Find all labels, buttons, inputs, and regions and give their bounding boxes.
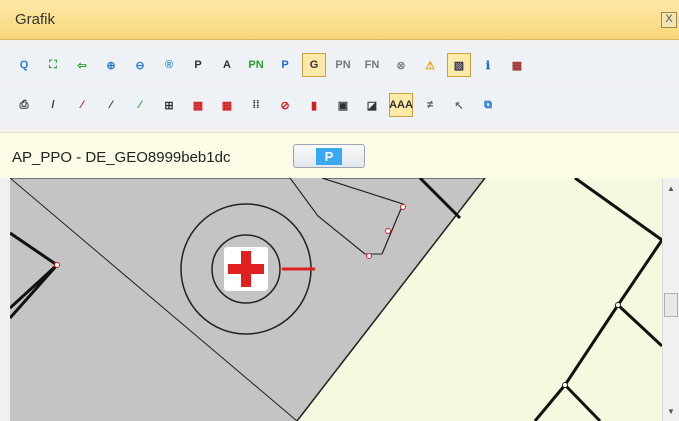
cross-icon-horizontal bbox=[228, 264, 264, 274]
fn-gray-icon[interactable]: FN bbox=[360, 53, 384, 77]
p-symbol-button[interactable]: P bbox=[293, 144, 365, 168]
window-titlebar: Grafik X bbox=[0, 0, 679, 40]
map-svg[interactable] bbox=[10, 178, 662, 421]
fn-gray-icon-glyph: FN bbox=[364, 59, 380, 71]
line-icon-glyph: / bbox=[51, 99, 55, 111]
zoom-out-icon-glyph: ⊖ bbox=[135, 59, 145, 72]
no-draw-icon-glyph: ⊘ bbox=[280, 99, 290, 112]
line-cross-icon-glyph: ⁄ bbox=[110, 99, 112, 111]
pn-gray-icon[interactable]: PN bbox=[331, 53, 355, 77]
zoom-extent-icon-glyph: ⛶ bbox=[49, 58, 57, 71]
p-blue-icon-glyph: P bbox=[281, 59, 289, 71]
print-icon[interactable]: ⎙ bbox=[12, 93, 36, 117]
print-icon-glyph: ⎙ bbox=[19, 98, 29, 111]
hatch-icon[interactable]: ▧ bbox=[447, 53, 471, 77]
pointer-icon-glyph: ↖ bbox=[454, 99, 464, 112]
zoom-out-icon[interactable]: ⊖ bbox=[128, 53, 152, 77]
zoom-r-icon[interactable]: ® bbox=[157, 53, 181, 77]
copy-add-icon[interactable]: ⧉ bbox=[476, 93, 500, 117]
close-icon[interactable]: X bbox=[661, 12, 677, 28]
frame-p-icon[interactable]: P bbox=[186, 53, 210, 77]
back-arrow-icon[interactable]: ⇦ bbox=[70, 53, 94, 77]
dots-grid-icon-glyph: ⁞⁞ bbox=[252, 99, 260, 111]
toolbar-primary: Q ⛶ ⇦ ⊕ ⊖ ® P A PN P G PN FN ⊗ ⚠ ▧ ℹ ▦ bbox=[0, 46, 679, 84]
frame-a-icon-glyph: A bbox=[223, 59, 231, 71]
dots-grid-icon[interactable]: ⁞⁞ bbox=[244, 93, 268, 117]
warning-icon[interactable]: ⚠ bbox=[418, 53, 442, 77]
line-cross-icon[interactable]: ⁄ bbox=[99, 93, 123, 117]
vertex-point[interactable] bbox=[615, 302, 621, 308]
hatch-icon-glyph: ▧ bbox=[453, 59, 465, 72]
traffic-light-icon-glyph: ▮ bbox=[310, 99, 318, 112]
line-remove-icon-glyph: ⁄ bbox=[81, 99, 83, 111]
vertex-point[interactable] bbox=[562, 382, 568, 388]
dots-frame-icon-glyph: ▦ bbox=[511, 59, 523, 72]
line-icon[interactable]: / bbox=[41, 93, 65, 117]
map-canvas[interactable] bbox=[10, 178, 662, 421]
grid-red-icon[interactable]: ▦ bbox=[186, 93, 210, 117]
pn-green-icon[interactable]: PN bbox=[244, 53, 268, 77]
zoom-all-icon[interactable]: Q bbox=[12, 53, 36, 77]
vertex-point[interactable] bbox=[400, 204, 406, 210]
pn-gray-icon-glyph: PN bbox=[335, 59, 351, 71]
info-icon[interactable]: ℹ bbox=[476, 53, 500, 77]
grid-red2-icon[interactable]: ▦ bbox=[215, 93, 239, 117]
copy-add-icon-glyph: ⧉ bbox=[484, 98, 492, 111]
frame-a-icon[interactable]: A bbox=[215, 53, 239, 77]
zoom-extent-icon[interactable]: ⛶ bbox=[41, 53, 65, 77]
scroll-thumb[interactable] bbox=[664, 293, 678, 317]
text-edit-icon[interactable]: ≠ bbox=[418, 93, 442, 117]
pointer-icon[interactable]: ↖ bbox=[447, 93, 471, 117]
back-arrow-icon-glyph: ⇦ bbox=[77, 59, 87, 72]
no-draw-icon[interactable]: ⊘ bbox=[273, 93, 297, 117]
warning-icon-glyph: ⚠ bbox=[425, 59, 435, 72]
text-edit-icon-glyph: ≠ bbox=[426, 99, 434, 111]
zoom-in-icon[interactable]: ⊕ bbox=[99, 53, 123, 77]
binoculars-icon[interactable]: ⊞ bbox=[157, 93, 181, 117]
cancel-icon-glyph: ⊗ bbox=[396, 59, 406, 72]
zoom-r-icon-glyph: ® bbox=[164, 59, 174, 71]
g-icon[interactable]: G bbox=[302, 53, 326, 77]
vertex-point[interactable] bbox=[385, 228, 391, 234]
g-icon-glyph: G bbox=[309, 59, 319, 71]
p-button-label: P bbox=[315, 147, 343, 165]
line-add-icon[interactable]: ⁄ bbox=[128, 93, 152, 117]
text-aaa-icon[interactable]: AAA bbox=[389, 93, 413, 117]
point-icon[interactable]: ▣ bbox=[331, 93, 355, 117]
toolbar-secondary: ⎙ / ⁄ ⁄ ⁄ ⊞ ▦ ▦ ⁞⁞ ⊘ ▮ ▣ ◪ AAA ≠ ↖ ⧉ bbox=[0, 86, 679, 124]
scroll-up-icon[interactable]: ▲ bbox=[667, 184, 675, 193]
point-icon-glyph: ▣ bbox=[337, 99, 349, 112]
binoculars-icon-glyph: ⊞ bbox=[164, 99, 174, 112]
vertex-point[interactable] bbox=[54, 262, 60, 268]
left-edge bbox=[0, 178, 10, 421]
cancel-icon[interactable]: ⊗ bbox=[389, 53, 413, 77]
zoom-all-icon-glyph: Q bbox=[19, 59, 29, 71]
contrast-icon[interactable]: ◪ bbox=[360, 93, 384, 117]
info-icon-glyph: ℹ bbox=[485, 59, 491, 72]
traffic-light-icon[interactable]: ▮ bbox=[302, 93, 326, 117]
frame-p-icon-glyph: P bbox=[194, 59, 202, 71]
dots-frame-icon[interactable]: ▦ bbox=[505, 53, 529, 77]
window-title: Grafik bbox=[15, 11, 56, 28]
contrast-icon-glyph: ◪ bbox=[366, 99, 378, 112]
zoom-in-icon-glyph: ⊕ bbox=[106, 59, 116, 72]
pn-green-icon-glyph: PN bbox=[248, 59, 264, 71]
grid-red2-icon-glyph: ▦ bbox=[221, 99, 233, 112]
object-id-label: AP_PPO - DE_GEO8999beb1dc bbox=[12, 149, 231, 166]
p-blue-icon[interactable]: P bbox=[273, 53, 297, 77]
line-remove-icon[interactable]: ⁄ bbox=[70, 93, 94, 117]
selection-infobar: AP_PPO - DE_GEO8999beb1dc P bbox=[0, 132, 679, 178]
scroll-down-icon[interactable]: ▼ bbox=[667, 407, 675, 416]
text-aaa-icon-glyph: AAA bbox=[389, 99, 413, 111]
vertical-scrollbar[interactable]: ▲ ▼ bbox=[662, 178, 679, 421]
grid-red-icon-glyph: ▦ bbox=[192, 99, 204, 112]
line-add-icon-glyph: ⁄ bbox=[139, 99, 141, 111]
vertex-point[interactable] bbox=[366, 253, 372, 259]
